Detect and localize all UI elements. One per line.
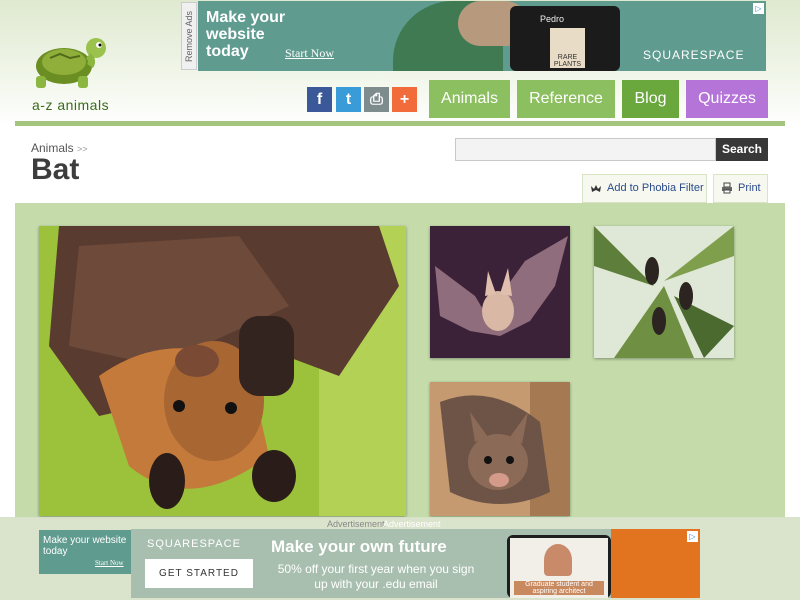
- small-ad-start-now-link[interactable]: Start Now: [95, 559, 124, 567]
- bats-in-palm-tree-photo[interactable]: [594, 226, 734, 358]
- small-ad-headline: Make your website today: [43, 535, 127, 557]
- facebook-share-icon[interactable]: f: [307, 87, 332, 112]
- ad-book-title: RARE PLANTS: [550, 28, 585, 68]
- ad-brand: SQUARESPACE: [643, 48, 745, 62]
- fruit-bat-hanging-photo[interactable]: [39, 226, 406, 516]
- ad-phone-screen: Graduate student and aspiring architect: [510, 538, 608, 598]
- adchoices-icon[interactable]: ▷: [753, 3, 764, 14]
- vampire-bat-photo[interactable]: [430, 382, 570, 516]
- nav-tab-reference[interactable]: Reference: [517, 80, 615, 118]
- bottom-ad-brand: SQUARESPACE: [147, 538, 241, 550]
- search-input[interactable]: [455, 138, 716, 161]
- twitter-share-icon[interactable]: t: [336, 87, 361, 112]
- print-label: Print: [738, 182, 761, 194]
- bat-in-flight-photo[interactable]: [430, 226, 570, 358]
- print-button[interactable]: Print: [713, 174, 768, 203]
- bottom-ad-subtext: 50% off your first year when you sign up…: [277, 562, 475, 591]
- top-advertisement[interactable]: Make your website today Start Now Pedro …: [198, 1, 766, 71]
- nav-tab-quizzes[interactable]: Quizzes: [686, 80, 768, 118]
- ad-laptop-graphic: Pedro RARE PLANTS: [510, 6, 620, 71]
- phobia-filter-label: Add to Phobia Filter: [607, 182, 704, 194]
- turtle-logo-icon[interactable]: [28, 32, 110, 92]
- bottom-ad-headline: Make your own future: [271, 537, 447, 556]
- ad-phone-graphic: Graduate student and aspiring architect: [507, 535, 611, 598]
- ad-person-image: [544, 544, 572, 576]
- ad-phone-caption: Graduate student and aspiring architect: [514, 581, 604, 595]
- search-button[interactable]: Search: [716, 138, 768, 161]
- nav-tab-blog[interactable]: Blog: [622, 80, 679, 118]
- add-to-phobia-filter-button[interactable]: Add to Phobia Filter: [582, 174, 707, 203]
- nav-tab-animals[interactable]: Animals: [429, 80, 510, 118]
- site-name[interactable]: a-z animals: [32, 97, 109, 113]
- get-started-button[interactable]: GET STARTED: [145, 559, 253, 588]
- more-share-icon[interactable]: +: [392, 87, 417, 112]
- remove-ads-link[interactable]: Remove Ads: [181, 2, 197, 70]
- page-title: Bat: [31, 153, 80, 186]
- print-share-icon[interactable]: ⎙: [364, 87, 389, 112]
- ad-label-overlay: Advertisement: [383, 519, 441, 529]
- bat-silhouette-icon: [591, 185, 601, 192]
- ad-start-now-link[interactable]: Start Now: [285, 46, 334, 61]
- ad-device-name: Pedro: [540, 14, 565, 24]
- bottom-advertisement[interactable]: SQUARESPACE GET STARTED Make your own fu…: [131, 529, 700, 598]
- small-advertisement[interactable]: Make your website today Start Now: [39, 530, 131, 574]
- header-divider: [15, 121, 785, 126]
- adchoices-icon[interactable]: ▷: [687, 531, 698, 542]
- printer-icon: [722, 182, 732, 194]
- ad-label: Advertisement: [327, 519, 385, 529]
